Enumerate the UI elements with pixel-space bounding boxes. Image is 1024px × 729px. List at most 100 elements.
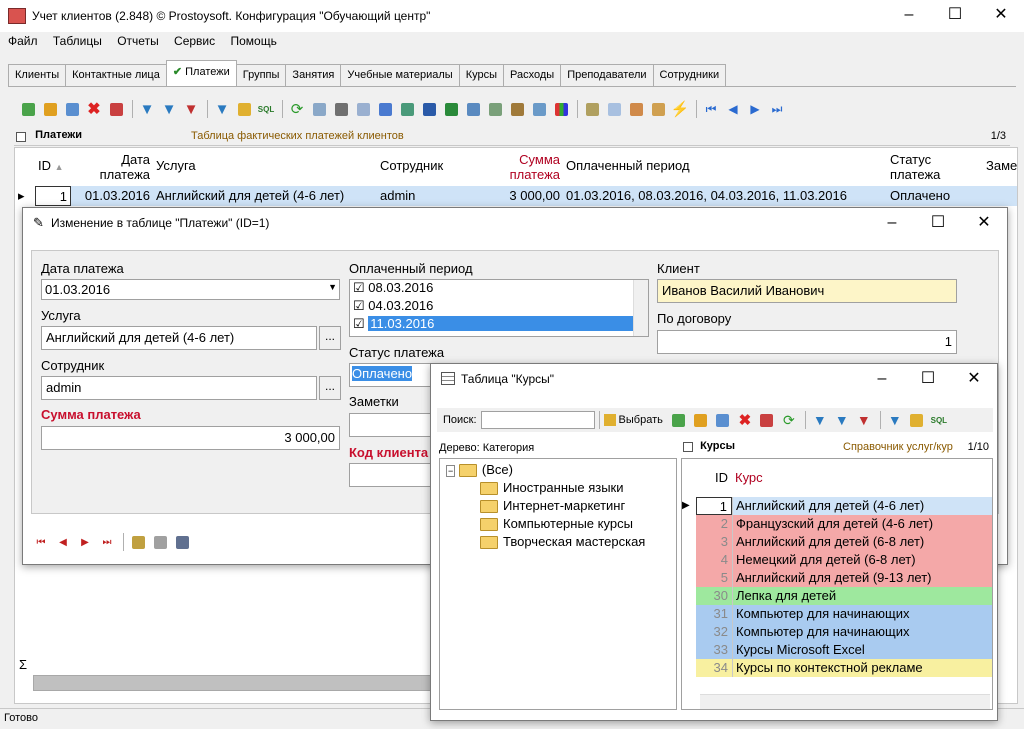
filter-clear-icon[interactable]: ▼ [181, 99, 201, 119]
period-scrollbar[interactable] [633, 280, 648, 336]
tree-item[interactable]: Творческая мастерская [480, 534, 645, 550]
menu-reports[interactable]: Отчеты [117, 34, 158, 48]
filter-icon[interactable]: ▼ [137, 99, 157, 119]
tab-courses[interactable]: Курсы [458, 64, 505, 87]
delete-icon[interactable]: ✖ [735, 410, 755, 430]
tools-icon[interactable] [128, 532, 148, 552]
menu-service[interactable]: Сервис [174, 34, 215, 48]
prev-record-icon[interactable]: ◀ [723, 99, 743, 119]
tab-clients[interactable]: Клиенты [8, 64, 67, 87]
col-id[interactable]: ID ▲ [35, 148, 71, 186]
category-tree[interactable]: − (Все) Иностранные языки Интернет-марке… [439, 458, 677, 710]
checkbox-icon[interactable]: ☑ [353, 298, 365, 313]
tab-expenses[interactable]: Расходы [503, 64, 562, 87]
table-row[interactable]: 3 Английский для детей (6-8 лет) [682, 533, 992, 551]
delete-icon[interactable]: ✖ [84, 99, 104, 119]
minimize-icon[interactable]: – [869, 208, 915, 238]
next-record-icon[interactable]: ▶ [75, 532, 95, 552]
group-icon[interactable] [907, 410, 927, 430]
table-row[interactable]: ▶ 1 Английский для детей (4-6 лет) [682, 497, 992, 515]
maximize-icon[interactable]: ☐ [932, 0, 978, 30]
col-service[interactable]: Услуга [153, 148, 377, 186]
checkbox-icon[interactable]: ☑ [353, 316, 365, 331]
col-sum[interactable]: Сумма платежа [487, 148, 563, 186]
minimize-icon[interactable]: – [859, 364, 905, 394]
minimize-icon[interactable]: – [886, 0, 932, 30]
sum-field[interactable]: 3 000,00 [41, 426, 340, 450]
print-icon[interactable] [331, 99, 351, 119]
copy-icon[interactable] [62, 99, 82, 119]
prev-record-icon[interactable]: ◀ [53, 532, 73, 552]
close-icon[interactable]: ✕ [961, 208, 1007, 238]
table-row[interactable]: 4 Немецкий для детей (6-8 лет) [682, 551, 992, 569]
contract-field[interactable]: 1 [657, 330, 957, 354]
filter-add-icon[interactable]: ▼ [159, 99, 179, 119]
tab-materials[interactable]: Учебные материалы [340, 64, 460, 87]
add-icon[interactable] [18, 99, 38, 119]
employee-field[interactable]: admin [41, 376, 317, 400]
tab-groups[interactable]: Группы [235, 64, 287, 87]
maximize-icon[interactable]: ☐ [915, 208, 961, 238]
add-icon[interactable] [669, 410, 689, 430]
col-status[interactable]: Статус платежа [887, 148, 983, 186]
table-row[interactable]: 33 Курсы Microsoft Excel [682, 641, 992, 659]
list-item[interactable]: ☑ 11.03.2016 [350, 316, 648, 334]
edit-icon[interactable] [40, 99, 60, 119]
delete-rows-icon[interactable] [106, 99, 126, 119]
close-icon[interactable]: ✕ [951, 364, 997, 394]
filter-blue-icon[interactable]: ▼ [885, 410, 905, 430]
select-button[interactable]: Выбрать [603, 414, 663, 426]
tab-lessons[interactable]: Занятия [285, 64, 342, 87]
tree-item[interactable]: Интернет-маркетинг [480, 498, 625, 514]
tree-item[interactable]: Иностранные языки [480, 480, 624, 496]
last-record-icon[interactable]: ⏭ [767, 99, 787, 119]
filter-icon[interactable]: ▼ [810, 410, 830, 430]
edit-record-icon[interactable] [150, 532, 170, 552]
col-employee[interactable]: Сотрудник [377, 148, 487, 186]
import-icon[interactable] [397, 99, 417, 119]
chart-icon[interactable] [551, 99, 571, 119]
maximize-icon[interactable]: ☐ [905, 364, 951, 394]
menu-help[interactable]: Помощь [230, 34, 276, 48]
client-code-field[interactable] [349, 463, 439, 487]
sql-icon[interactable]: SQL [256, 99, 276, 119]
find-icon[interactable] [309, 99, 329, 119]
courses-scrollbar[interactable] [700, 694, 990, 709]
collapse-icon[interactable] [16, 132, 26, 142]
table-row[interactable]: ▸ 1 01.03.2016 Английский для детей (4-6… [15, 186, 1017, 206]
checkbox-icon[interactable]: ☑ [353, 280, 365, 295]
copy-icon[interactable] [713, 410, 733, 430]
delete-rows-icon[interactable] [757, 410, 777, 430]
first-record-icon[interactable]: ⏮ [701, 99, 721, 119]
col-date[interactable]: Дата платежа [71, 148, 153, 186]
col-notes[interactable]: Замет [983, 148, 1017, 186]
report-icon[interactable] [463, 99, 483, 119]
col-period[interactable]: Оплаченный период [563, 148, 887, 186]
courses-col-id[interactable]: ID [682, 459, 732, 497]
refresh-icon[interactable]: ⟳ [779, 410, 799, 430]
status-field[interactable]: Оплачено [349, 363, 439, 387]
client-field[interactable]: Иванов Василий Иванович [657, 279, 957, 303]
tab-payments[interactable]: ✔ Платежи [165, 60, 237, 87]
courses-col-name[interactable]: Курс [732, 459, 763, 497]
service-field[interactable]: Английский для детей (4-6 лет) [41, 326, 317, 350]
preview-icon[interactable] [353, 99, 373, 119]
date-field[interactable]: 01.03.2016 ▼ [41, 279, 340, 300]
xml-icon[interactable] [507, 99, 527, 119]
group-icon[interactable] [234, 99, 254, 119]
report-icon[interactable] [172, 532, 192, 552]
menu-tables[interactable]: Таблицы [53, 34, 102, 48]
filter-clear-icon[interactable]: ▼ [854, 410, 874, 430]
notes-field[interactable] [349, 413, 439, 437]
table-icon[interactable] [626, 99, 646, 119]
word-icon[interactable] [419, 99, 439, 119]
first-record-icon[interactable]: ⏮ [31, 532, 51, 552]
table-row[interactable]: 2 Французский для детей (4-6 лет) [682, 515, 992, 533]
html-icon[interactable] [529, 99, 549, 119]
collapse-icon[interactable] [683, 442, 693, 452]
csv-icon[interactable] [485, 99, 505, 119]
tab-employees[interactable]: Сотрудники [652, 64, 727, 87]
table-row[interactable]: 31 Компьютер для начинающих [682, 605, 992, 623]
service-select-button[interactable]: ... [319, 326, 341, 350]
edit-icon[interactable] [691, 410, 711, 430]
